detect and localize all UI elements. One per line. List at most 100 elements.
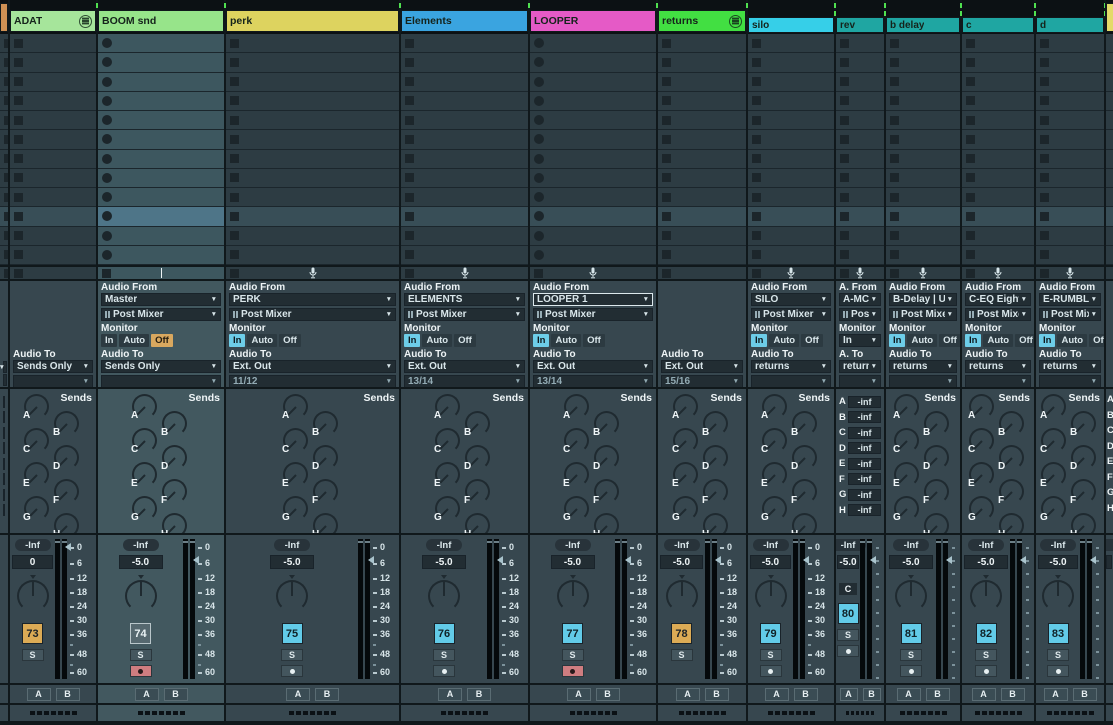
track-title-c[interactable]: c <box>962 17 1034 33</box>
clip-slot[interactable] <box>0 34 8 53</box>
clip-slot[interactable] <box>98 150 224 169</box>
track-title-elements[interactable]: Elements <box>401 10 528 32</box>
clip-slot[interactable] <box>401 169 528 188</box>
group-fold-icon[interactable] <box>79 15 92 28</box>
clip-slot[interactable] <box>748 130 834 149</box>
send-knob-E[interactable]: E <box>1041 462 1066 487</box>
clip-slot[interactable] <box>401 111 528 130</box>
monitor-auto-button[interactable]: Auto <box>422 334 452 347</box>
stop-clips-row[interactable] <box>886 267 960 279</box>
track-title-right-edge[interactable] <box>1106 3 1113 32</box>
send-knob-A[interactable]: A <box>132 394 157 419</box>
clip-slot[interactable] <box>1106 73 1113 92</box>
stop-clips-row[interactable] <box>401 267 528 279</box>
clip-slot[interactable] <box>226 246 399 265</box>
audio-from-chooser[interactable]: SILO▼ <box>751 293 831 306</box>
send-knob-F[interactable]: F <box>999 479 1024 504</box>
output-channel-chooser[interactable]: 11/12▼ <box>229 375 396 387</box>
clip-slot[interactable] <box>226 227 399 246</box>
send-knob-B[interactable]: B <box>313 411 338 436</box>
clip-slot[interactable] <box>836 207 884 226</box>
clip-slot[interactable] <box>1106 34 1113 53</box>
stop-clips-row[interactable] <box>10 267 96 279</box>
audio-to-chooser[interactable]: Ext. Out▼ <box>229 360 396 373</box>
send-value-field[interactable] <box>3 504 5 516</box>
clip-slot[interactable] <box>886 227 960 246</box>
volume-fader-marker[interactable] <box>497 556 503 564</box>
audio-from-chooser[interactable]: LOOPER 1▼ <box>533 293 653 306</box>
send-knob-F[interactable]: F <box>792 479 817 504</box>
clip-slot[interactable] <box>98 111 224 130</box>
clip-slot[interactable] <box>886 34 960 53</box>
output-channel-chooser[interactable] <box>3 374 7 386</box>
clip-slot[interactable] <box>1106 92 1113 111</box>
send-knob-E[interactable]: E <box>969 462 994 487</box>
send-knob-F[interactable]: F <box>703 479 728 504</box>
send-knob-C[interactable]: C <box>435 428 460 453</box>
clip-slot[interactable] <box>530 73 656 92</box>
track-activator-button[interactable]: 73 <box>22 623 43 644</box>
clip-slot[interactable] <box>10 111 96 130</box>
clip-slot[interactable] <box>886 207 960 226</box>
solo-button[interactable]: S <box>130 649 152 661</box>
clip-slot[interactable] <box>98 53 224 72</box>
audio-from-chooser[interactable]: A-MCon▼ <box>839 293 881 306</box>
clip-slot[interactable] <box>98 246 224 265</box>
clip-slot[interactable] <box>886 73 960 92</box>
send-knob-C[interactable]: C <box>762 428 787 453</box>
output-channel-chooser[interactable]: 13/14▼ <box>404 375 525 387</box>
record-arm-button[interactable] <box>975 665 997 677</box>
track-activator-button[interactable]: 75 <box>282 623 303 644</box>
stop-clips-row[interactable] <box>836 267 884 279</box>
track-activator-button[interactable]: 80 <box>838 603 859 624</box>
send-value-field[interactable] <box>3 396 5 408</box>
clip-slot[interactable] <box>748 169 834 188</box>
clip-slot[interactable] <box>658 169 746 188</box>
audio-from-chooser[interactable]: B-Delay | Ut▼ <box>889 293 957 306</box>
send-knob-F[interactable]: F <box>594 479 619 504</box>
clip-slot[interactable] <box>0 130 8 149</box>
monitor-auto-button[interactable]: Auto <box>119 334 149 347</box>
send-knob-C[interactable]: C <box>564 428 589 453</box>
volume-fader-marker[interactable] <box>65 543 71 551</box>
send-knob-G[interactable]: G <box>1041 496 1066 521</box>
track-title-boom-snd[interactable]: BOOM snd <box>98 10 224 32</box>
clip-slot[interactable] <box>98 130 224 149</box>
audio-to-chooser[interactable]: returns▼ <box>839 360 881 373</box>
record-arm-button[interactable] <box>760 665 782 677</box>
clip-slot[interactable] <box>962 73 1034 92</box>
monitor-off-button[interactable]: Off <box>801 334 823 347</box>
send-knob-E[interactable]: E <box>564 462 589 487</box>
track-title-perk[interactable]: perk <box>226 10 399 32</box>
audio-to-chooser[interactable]: ▼ <box>3 361 7 373</box>
send-knob-G[interactable]: G <box>283 496 308 521</box>
solo-button[interactable]: S <box>837 629 859 641</box>
clip-slot[interactable] <box>530 169 656 188</box>
clip-slot[interactable] <box>962 246 1034 265</box>
solo-button[interactable]: S <box>22 649 44 661</box>
clip-slot[interactable] <box>1036 169 1104 188</box>
send-knob-B[interactable]: B <box>924 411 949 436</box>
send-knob-C[interactable]: C <box>24 428 49 453</box>
clip-slot[interactable] <box>886 169 960 188</box>
audio-to-chooser[interactable]: returns▼ <box>1039 360 1101 373</box>
crossfade-a-button[interactable]: A <box>135 688 159 701</box>
channel-position-chooser[interactable]: Post Mixer▼ <box>1039 308 1101 321</box>
clip-slot[interactable] <box>748 150 834 169</box>
clip-slot[interactable] <box>1036 111 1104 130</box>
crossfade-b-button[interactable]: B <box>705 688 729 701</box>
clip-slot[interactable] <box>401 92 528 111</box>
clip-slot[interactable] <box>10 246 96 265</box>
clip-slot[interactable] <box>658 188 746 207</box>
monitor-auto-button[interactable]: Auto <box>247 334 277 347</box>
send-knob-D[interactable]: D <box>162 445 187 470</box>
clip-slot[interactable] <box>962 227 1034 246</box>
clip-slot[interactable] <box>401 53 528 72</box>
crossfade-b-button[interactable]: B <box>56 688 80 701</box>
clip-slot[interactable] <box>962 92 1034 111</box>
solo-button[interactable]: S <box>562 649 584 661</box>
audio-to-chooser[interactable]: Ext. Out▼ <box>404 360 525 373</box>
channel-position-chooser[interactable]: Post Mixer▼ <box>533 308 653 321</box>
clip-slot[interactable] <box>836 150 884 169</box>
volume-field[interactable]: -5.0 <box>660 555 703 569</box>
